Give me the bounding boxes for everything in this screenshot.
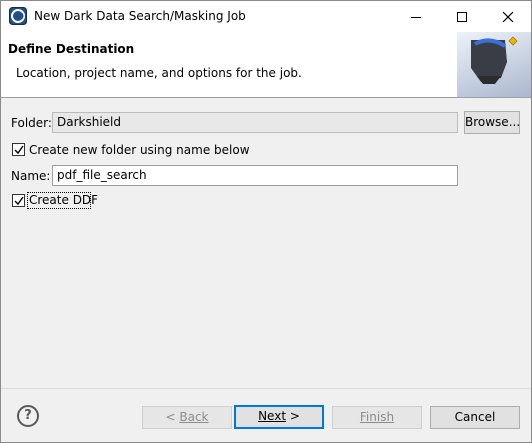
finish-label: Finish [359,410,395,424]
maximize-button[interactable] [439,1,485,32]
cancel-button[interactable]: Cancel [430,406,520,429]
footer-separator [1,388,531,389]
finish-button: Finish [332,406,422,429]
checkmark-icon [14,196,24,206]
create-ddf-checkbox[interactable] [12,194,25,207]
next-label: Next [258,409,287,423]
title-bar: New Dark Data Search/Masking Job [1,1,531,32]
name-field[interactable]: pdf_file_search [52,165,458,186]
help-icon[interactable]: ? [17,405,39,427]
wizard-window: New Dark Data Search/Masking Job Define … [0,0,532,443]
page-title: Define Destination [8,42,135,56]
wizard-header: Define Destination Location, project nam… [1,32,531,98]
minimize-button[interactable] [393,1,439,32]
close-button[interactable] [485,1,531,32]
back-button: < Back [142,406,232,429]
minimize-icon [411,17,421,18]
folder-field[interactable]: Darkshield [52,112,458,133]
back-arrow: < [165,410,180,424]
checkmark-icon [14,145,24,155]
eclipse-app-icon [9,7,27,25]
page-description: Location, project name, and options for … [16,66,302,80]
create-folder-label[interactable]: Create new folder using name below [29,143,250,157]
maximize-icon [457,12,467,22]
wizard-banner-icon [457,32,531,97]
name-label: Name: [11,169,51,183]
back-label: Back [179,410,209,424]
browse-button[interactable]: Browse... [464,111,520,134]
close-icon [502,11,514,23]
next-button[interactable]: Next > [234,405,324,429]
create-folder-checkbox[interactable] [12,143,25,156]
folder-label: Folder: [11,116,52,130]
create-ddf-label[interactable]: Create DDF [29,193,98,207]
next-arrow: > [286,409,300,423]
window-title: New Dark Data Search/Masking Job [34,9,246,23]
